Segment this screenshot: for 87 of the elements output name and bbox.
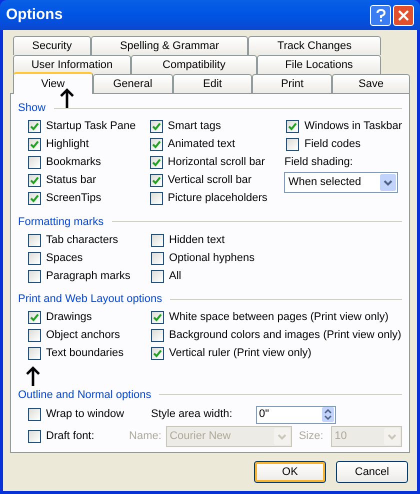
tab[interactable]: Edit [172,74,252,93]
checkbox-label: Startup Task Pane [46,119,136,134]
checkbox[interactable] [28,252,41,264]
checkbox[interactable] [28,329,41,342]
checkbox-label: White space between pages (Print view only) [169,310,388,326]
checkbox-label: Status bar [46,173,96,188]
arrow-icon [60,88,74,108]
checkbox-label: Field codes [304,137,361,152]
checkbox[interactable] [151,252,164,264]
checkbox-label: Spaces [46,250,83,266]
section-heading: Print and Web Layout options [18,292,162,307]
name-label: Name: [129,429,162,444]
dialog-button[interactable]: OK [254,461,326,483]
checkbox[interactable] [28,156,41,169]
checkbox[interactable] [28,138,41,151]
checkbox-label: Wrap to window [46,407,124,422]
checkbox-label: Hidden text [169,232,225,248]
spinner-arrows-icon [322,407,334,422]
checkbox-label: Paragraph marks [46,268,130,284]
checkbox-label: Tab characters [46,232,118,248]
checkbox-label: Object anchors [46,328,120,344]
checkbox-label: Optional hyphens [169,250,255,266]
checkbox[interactable] [150,174,163,187]
checkbox-label: Highlight [46,137,89,152]
checkbox[interactable] [151,311,164,324]
checkbox[interactable] [28,174,41,187]
tab[interactable]: User Information [13,55,131,74]
checkbox[interactable] [28,120,41,133]
checkmark-icon [30,313,39,322]
checkbox[interactable] [286,138,300,151]
checkbox[interactable] [150,156,163,169]
close-button[interactable] [393,4,414,26]
checkbox-label: All [169,268,182,284]
tab[interactable]: Spelling & Grammar [91,36,248,55]
checkbox-label: Drawings [46,310,92,326]
checkbox-label: Bookmarks [46,155,102,170]
checkbox-label: Vertical scroll bar [168,173,252,188]
checkbox-label: Draft font: [46,429,94,444]
section-heading: Formatting marks [18,214,104,230]
tab[interactable]: Track Changes [248,36,381,55]
checkbox[interactable] [28,311,41,324]
tab[interactable]: General [92,74,173,93]
checkbox-label: Background colors and images (Print view only) [169,328,402,344]
tab[interactable]: Security [13,36,91,55]
tab[interactable]: View [13,72,93,94]
checkbox[interactable] [150,138,163,151]
checkbox[interactable] [150,120,163,133]
checkbox[interactable] [151,270,164,282]
style-area-width-label: Style area width: [151,407,234,422]
close-icon [398,10,409,20]
dialog-button[interactable]: Cancel [336,461,408,483]
checkbox[interactable] [151,329,164,342]
checkbox[interactable] [28,430,41,443]
section-heading: Outline and Normal options [18,388,152,402]
help-button[interactable] [370,4,391,26]
checkmark-icon [153,313,162,322]
checkbox-label: Windows in Taskbar [304,119,402,134]
checkbox-label: Vertical ruler (Print view only) [169,346,312,362]
checkbox[interactable] [151,347,164,360]
tab[interactable]: File Locations [257,55,381,74]
checkmark-icon [153,349,162,358]
checkbox[interactable] [28,408,41,421]
checkbox[interactable] [150,192,163,205]
checkbox[interactable] [28,192,41,205]
checkbox[interactable] [28,234,41,246]
checkbox-label: Text boundaries [46,346,124,362]
checkbox[interactable] [28,270,41,282]
question-mark-icon [376,8,386,22]
tab[interactable]: Save [332,74,410,93]
tab[interactable]: Print [252,74,332,93]
section-heading: Show [18,101,46,116]
tab[interactable]: Compatibility [131,55,257,74]
style-area-width-spinner[interactable]: 0" [256,406,336,424]
arrow-icon [26,366,40,386]
checkmark-icon [288,122,298,131]
checkbox-label: Animated text [168,137,236,152]
checkbox-label: Picture placeholders [168,191,268,206]
checkbox[interactable] [286,120,300,133]
size-label: Size: [298,429,324,444]
checkbox-label: Horizontal scroll bar [168,155,265,170]
field-shading-dropdown[interactable]: When selected [284,172,398,192]
checkbox[interactable] [28,347,41,360]
field-shading-label: Field shading: [284,155,354,170]
checkbox[interactable] [151,234,164,246]
checkbox-label: Smart tags [168,119,221,134]
checkbox-label: ScreenTips [46,191,102,206]
window-title: Options [6,4,63,25]
